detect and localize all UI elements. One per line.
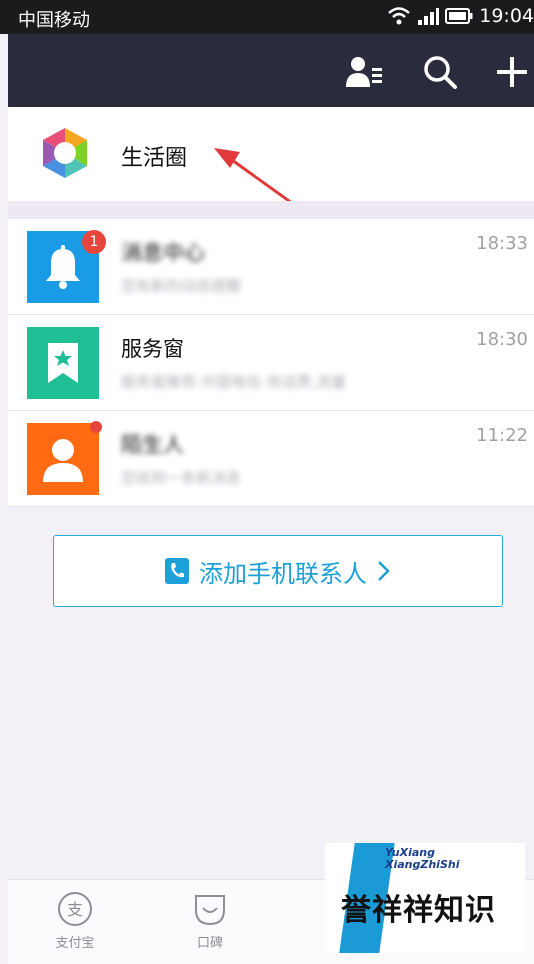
contacts-icon: [346, 57, 382, 87]
life-circle-label: 生活圈: [121, 146, 188, 171]
carrier-name: 中国移动: [18, 10, 90, 31]
plus-icon: [497, 57, 527, 87]
avatar: [27, 423, 99, 495]
message-preview: 您收到一条新消息: [121, 469, 242, 487]
person-icon: [43, 439, 83, 482]
battery-icon: [445, 8, 473, 24]
tab-label: 支付宝: [55, 936, 95, 951]
tab-alipay[interactable]: 支 支付宝: [30, 890, 120, 951]
chevron-right-icon: [378, 561, 390, 581]
message-list: 1 消息中心 18:33 您有新的动态提醒 服务窗 18:30 服务窗推荐:中国…: [8, 219, 534, 507]
life-circle-icon: [43, 128, 87, 178]
section-divider: [8, 201, 534, 219]
svg-text:支: 支: [67, 900, 83, 919]
message-time: 11:22: [476, 425, 528, 446]
unread-dot: [90, 421, 102, 433]
bell-icon: [46, 245, 80, 289]
star-bookmark-icon: [48, 343, 78, 383]
list-item[interactable]: 1 消息中心 18:33 您有新的动态提醒: [8, 219, 534, 315]
status-icons: 19:04: [387, 5, 534, 27]
watermark-subtitle: YuXiang XiangZhiShi: [385, 846, 460, 871]
message-time: 18:30: [476, 329, 528, 350]
watermark-logo: YuXiang XiangZhiShi 誉祥祥知识: [325, 843, 525, 953]
status-bar: 中国移动 19:04: [0, 0, 534, 34]
alipay-icon: 支: [58, 892, 92, 926]
message-time: 18:33: [476, 233, 528, 254]
avatar: [27, 327, 99, 399]
watermark-text: 誉祥祥知识: [341, 893, 496, 928]
add-button[interactable]: [492, 52, 532, 92]
tab-label: 口碑: [196, 936, 223, 951]
search-icon: [424, 56, 457, 89]
message-title: 消息中心: [121, 241, 205, 265]
unread-badge: 1: [82, 230, 106, 254]
signal-icon: [418, 8, 440, 25]
contacts-button[interactable]: [345, 52, 385, 92]
list-item[interactable]: 服务窗 18:30 服务窗推荐:中国电信-充话费,流量: [8, 315, 534, 411]
add-phone-contacts-button[interactable]: 添加手机联系人: [53, 535, 503, 607]
top-header: [8, 34, 534, 107]
message-title: 服务窗: [121, 337, 184, 361]
list-item[interactable]: 陌生人 11:22 您收到一条新消息: [8, 411, 534, 507]
phone-icon: [165, 558, 189, 584]
add-contact-label: 添加手机联系人: [199, 559, 367, 588]
koubei-icon: [195, 895, 225, 926]
message-preview: 您有新的动态提醒: [121, 277, 242, 295]
tab-koubei[interactable]: 口碑: [165, 890, 255, 951]
wifi-icon: [388, 7, 411, 25]
message-preview: 服务窗推荐:中国电信-充话费,流量: [121, 373, 347, 391]
search-button[interactable]: [420, 52, 460, 92]
clock: 19:04: [479, 5, 534, 27]
life-circle-row[interactable]: 生活圈: [8, 107, 534, 201]
message-title: 陌生人: [121, 433, 184, 457]
